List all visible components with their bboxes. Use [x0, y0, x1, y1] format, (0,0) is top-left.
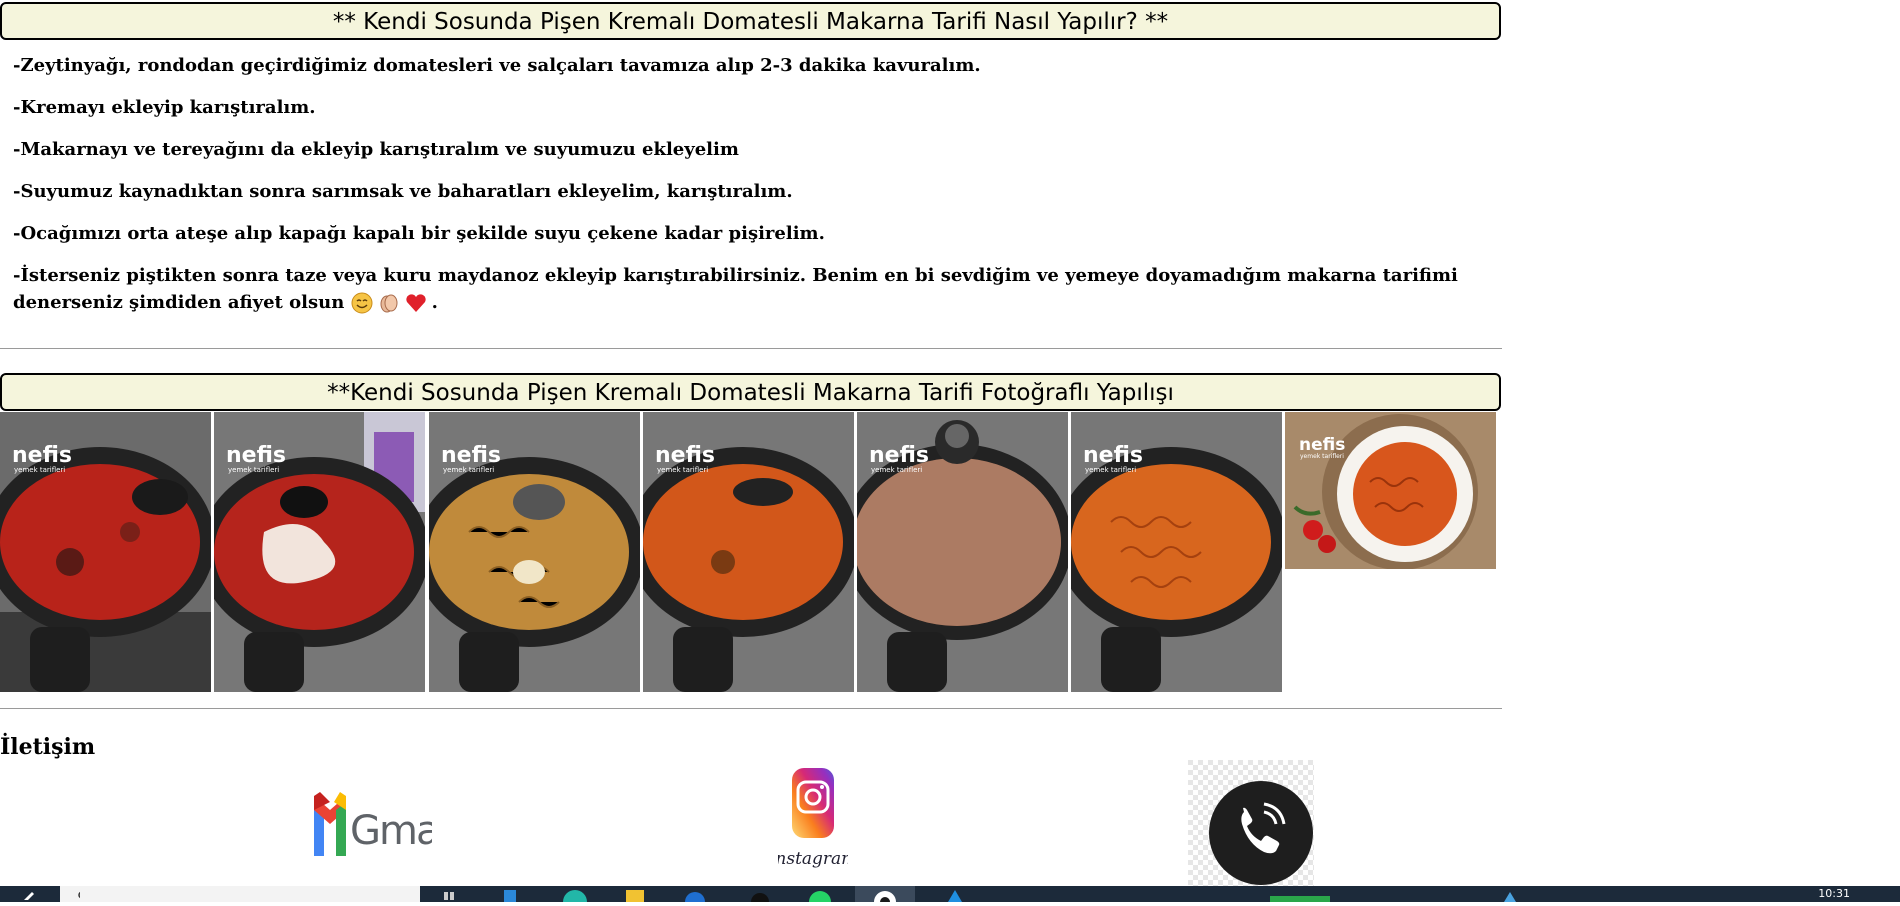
- task-view-icon[interactable]: [440, 886, 460, 902]
- file-explorer-icon[interactable]: [620, 886, 650, 902]
- whatsapp-icon[interactable]: [805, 886, 835, 906]
- smile-emoji-icon: [351, 292, 373, 314]
- svg-text:yemek tarifleri: yemek tarifleri: [14, 466, 65, 474]
- svg-text:yemek tarifleri: yemek tarifleri: [871, 466, 922, 474]
- search-icon: [78, 891, 86, 899]
- photo-step-1[interactable]: nefis yemek tarifleri: [0, 412, 211, 692]
- app-icon-2[interactable]: [680, 886, 710, 906]
- phone-link[interactable]: [1188, 760, 1314, 886]
- app-icon-4[interactable]: [940, 886, 970, 902]
- svg-text:Instagram: Instagram: [778, 849, 848, 869]
- svg-text:yemek tarifleri: yemek tarifleri: [228, 466, 279, 474]
- instagram-icon: Instagram: [768, 768, 857, 869]
- recipe-steps-heading: ** Kendi Sosunda Pişen Kremalı Domatesli…: [0, 2, 1501, 40]
- recipe-steps-heading-text: ** Kendi Sosunda Pişen Kremalı Domatesli…: [332, 9, 1169, 35]
- svg-text:nefis: nefis: [1299, 435, 1345, 455]
- svg-text:nefis: nefis: [869, 443, 929, 468]
- svg-text:yemek tarifleri: yemek tarifleri: [443, 466, 494, 474]
- svg-text:nefis: nefis: [1083, 443, 1143, 468]
- app-icon-3[interactable]: [745, 886, 775, 906]
- gmail-link[interactable]: Gmail: [312, 784, 459, 864]
- step-2: -Kremayı ekleyip karıştıralım.: [13, 97, 316, 118]
- network-icon[interactable]: [1500, 886, 1520, 902]
- photo-step-3[interactable]: nefis yemek tarifleri: [429, 412, 640, 692]
- photos-heading: **Kendi Sosunda Pişen Kremalı Domatesli …: [0, 373, 1501, 411]
- chrome-icon[interactable]: [855, 886, 915, 906]
- step-6-end: .: [431, 292, 438, 313]
- recipe-steps: -Zeytinyağı, rondodan geçirdiğimiz domat…: [13, 52, 1493, 331]
- edge-browser-icon[interactable]: [560, 886, 590, 906]
- gmail-icon: Gmail: [314, 792, 459, 856]
- step-4: -Suyumuz kaynadıktan sonra sarımsak ve b…: [13, 181, 793, 202]
- clapping-hands-icon: [380, 294, 398, 313]
- svg-text:yemek tarifleri: yemek tarifleri: [657, 466, 708, 474]
- photo-step-6[interactable]: nefis yemek tarifleri: [1071, 412, 1282, 692]
- svg-text:nefis: nefis: [226, 443, 286, 468]
- photo-gallery: nefis yemek tarifleri nefis yemek tarifl…: [0, 412, 1503, 692]
- divider-1: [0, 348, 1502, 349]
- photo-step-4[interactable]: nefis yemek tarifleri: [643, 412, 854, 692]
- step-6-text: -İsterseniz piştikten sonra taze veya ku…: [13, 265, 1458, 313]
- svg-text:nefis: nefis: [655, 443, 715, 468]
- photo-final[interactable]: nefis yemek tarifleri: [1285, 412, 1496, 569]
- taskbar-search-box[interactable]: [60, 886, 420, 902]
- svg-text:nefis: nefis: [12, 443, 72, 468]
- divider-2: [0, 708, 1502, 709]
- photo-step-5[interactable]: nefis yemek tarifleri: [857, 412, 1068, 692]
- windows-taskbar: 10:31: [0, 886, 1900, 906]
- step-5: -Ocağımızı orta ateşe alıp kapağı kapalı…: [13, 223, 825, 244]
- red-heart-icon: [405, 294, 426, 312]
- contact-heading: İletişim: [0, 734, 96, 760]
- phone-icon: [1188, 760, 1314, 886]
- tray-app-icon[interactable]: [1268, 886, 1332, 902]
- app-icon-1[interactable]: [500, 886, 520, 902]
- step-3: -Makarnayı ve tereyağını da ekleyip karı…: [13, 139, 739, 160]
- start-icon[interactable]: [20, 886, 40, 902]
- svg-text:nefis: nefis: [441, 443, 501, 468]
- step-6: -İsterseniz piştikten sonra taze veya ku…: [13, 262, 1493, 316]
- instagram-link[interactable]: Instagram: [768, 766, 857, 878]
- svg-text:yemek tarifleri: yemek tarifleri: [1085, 466, 1136, 474]
- photo-step-2[interactable]: nefis yemek tarifleri: [214, 412, 425, 692]
- svg-text:yemek tarifleri: yemek tarifleri: [1300, 453, 1344, 460]
- step-1: -Zeytinyağı, rondodan geçirdiğimiz domat…: [13, 55, 981, 76]
- taskbar-clock[interactable]: 10:31: [1818, 887, 1850, 900]
- photos-heading-text: **Kendi Sosunda Pişen Kremalı Domatesli …: [327, 380, 1174, 406]
- svg-text:Gmail: Gmail: [350, 808, 432, 854]
